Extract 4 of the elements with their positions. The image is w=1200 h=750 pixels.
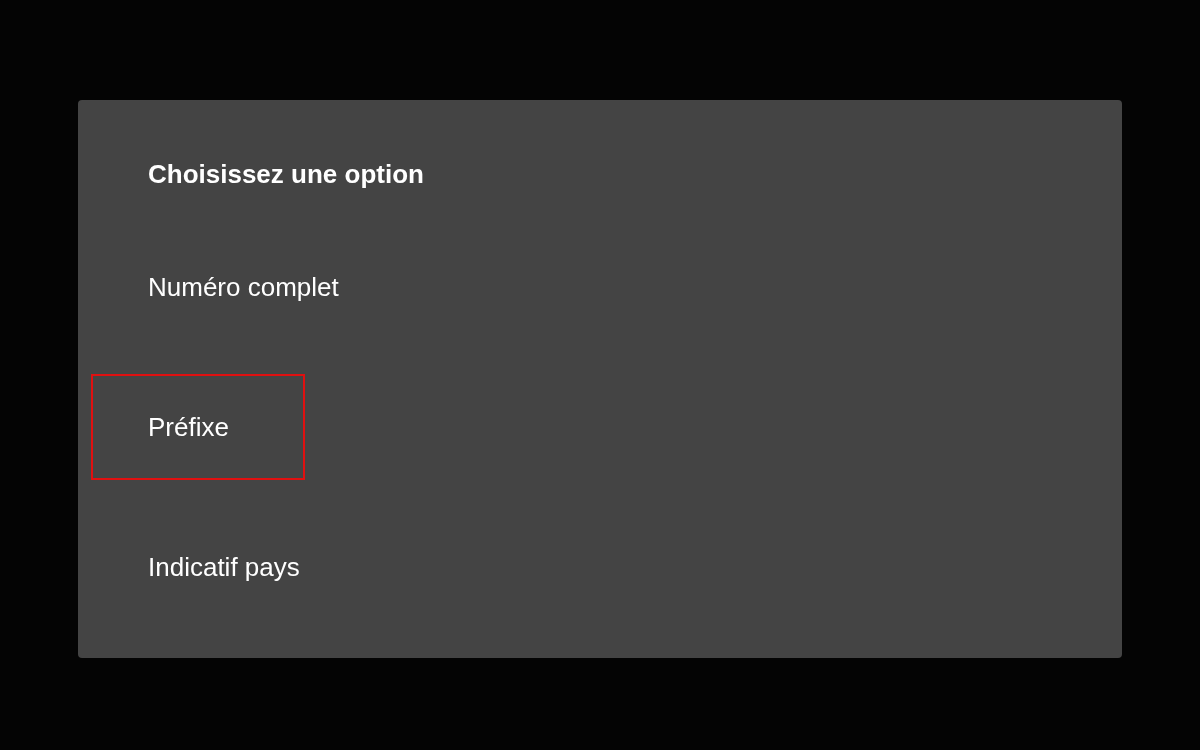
option-item[interactable]: Indicatif pays	[91, 514, 310, 620]
option-item[interactable]: Préfixe	[91, 374, 305, 480]
dialog-title: Choisissez une option	[148, 158, 425, 190]
option-item[interactable]: Numéro complet	[91, 234, 349, 340]
